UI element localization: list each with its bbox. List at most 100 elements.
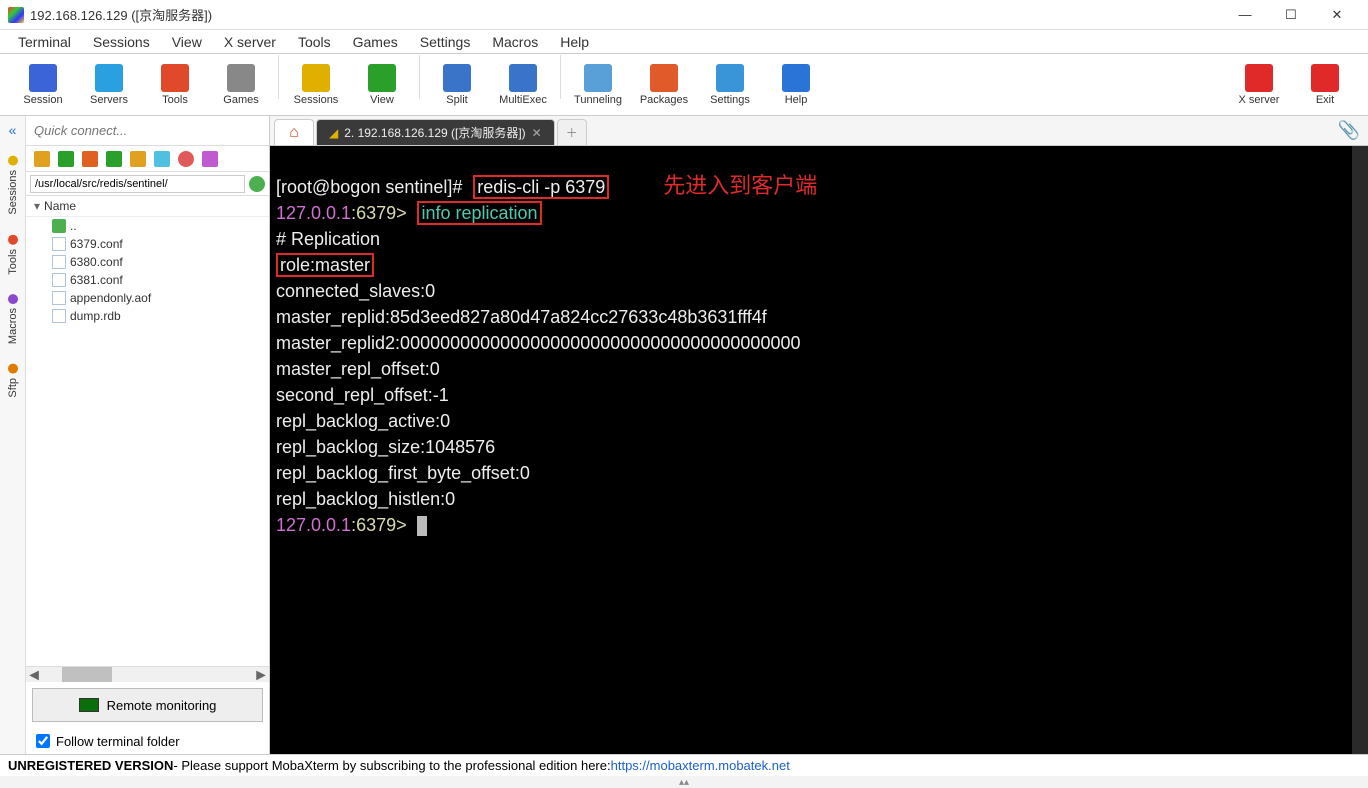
sidebar-hscroll[interactable]: ◄ ► [26, 666, 269, 682]
term-role-line: role:master [280, 255, 370, 275]
file-row[interactable]: 6381.conf [26, 271, 269, 289]
tools-icon [161, 64, 189, 92]
menu-sessions[interactable]: Sessions [83, 32, 160, 52]
follow-terminal-checkbox[interactable] [36, 734, 50, 748]
session-icon [29, 64, 57, 92]
menu-help[interactable]: Help [550, 32, 599, 52]
window-title: 192.168.126.129 ([京淘服务器]) [30, 5, 1222, 24]
term-host2: 127.0.0.1 [276, 515, 351, 535]
status-link[interactable]: https://mobaxterm.mobatek.net [611, 758, 790, 773]
follow-terminal-row: Follow terminal folder [26, 728, 269, 754]
path-input[interactable] [30, 175, 245, 193]
tool-tools[interactable]: Tools [142, 55, 208, 115]
term-host: 127.0.0.1 [276, 203, 351, 223]
file-label: 6381.conf [70, 273, 123, 287]
file-row[interactable]: dump.rdb [26, 307, 269, 325]
menu-games[interactable]: Games [343, 32, 408, 52]
terminal-cursor [417, 516, 427, 536]
tool-x-server[interactable]: X server [1226, 55, 1292, 115]
file-icon [52, 291, 66, 305]
view-icon [368, 64, 396, 92]
term-line: master_replid:85d3eed827a80d47a824cc2763… [276, 307, 767, 327]
settings-icon [716, 64, 744, 92]
remote-monitoring-button[interactable]: Remote monitoring [32, 688, 263, 722]
statusbar: UNREGISTERED VERSION - Please support Mo… [0, 754, 1368, 776]
sftp-bookmark-icon[interactable] [202, 151, 218, 167]
remote-monitoring-label: Remote monitoring [107, 698, 217, 713]
help-icon [782, 64, 810, 92]
tool-label: Tools [162, 94, 188, 106]
file-icon [52, 255, 66, 269]
minimize-button[interactable]: — [1222, 0, 1268, 30]
tool-sessions[interactable]: Sessions [283, 55, 349, 115]
collapse-sidebar-icon[interactable]: « [9, 122, 17, 138]
tool-exit[interactable]: Exit [1292, 55, 1358, 115]
tool-label: X server [1239, 94, 1280, 106]
file-label: appendonly.aof [70, 291, 151, 305]
new-tab-button[interactable]: ＋ [557, 119, 587, 145]
terminal[interactable]: [root@bogon sentinel]# redis-cli -p 6379… [270, 146, 1368, 754]
close-button[interactable]: ✕ [1314, 0, 1360, 30]
games-icon [227, 64, 255, 92]
sftp-upload-icon[interactable] [34, 151, 50, 167]
file-row[interactable]: 6380.conf [26, 253, 269, 271]
left-tab-tools[interactable]: Tools [5, 225, 21, 285]
window-controls: — ☐ ✕ [1222, 0, 1360, 30]
macros-dot-icon [8, 294, 18, 304]
tab-close-icon[interactable]: ✕ [532, 126, 542, 140]
left-tab-sftp[interactable]: Sftp [5, 354, 21, 408]
term-port: :6379> [351, 203, 407, 223]
menu-view[interactable]: View [162, 32, 212, 52]
menu-settings[interactable]: Settings [410, 32, 481, 52]
sftp-newfile-icon[interactable] [154, 151, 170, 167]
tree-parent-row[interactable]: .. [26, 217, 269, 235]
sftp-parent-icon[interactable] [106, 151, 122, 167]
tool-view[interactable]: View [349, 55, 415, 115]
menu-x-server[interactable]: X server [214, 32, 286, 52]
term-line: master_repl_offset:0 [276, 359, 440, 379]
file-row[interactable]: appendonly.aof [26, 289, 269, 307]
menu-macros[interactable]: Macros [482, 32, 548, 52]
left-tab-macros[interactable]: Macros [5, 284, 21, 354]
home-tab[interactable]: ⌂ [274, 119, 314, 145]
tool-label: MultiExec [499, 94, 547, 106]
tools-dot-icon [8, 235, 18, 245]
tool-multiexec[interactable]: MultiExec [490, 55, 556, 115]
tool-packages[interactable]: Packages [631, 55, 697, 115]
sftp-newfolder-icon[interactable] [130, 151, 146, 167]
tool-games[interactable]: Games [208, 55, 274, 115]
sftp-refresh-icon[interactable] [82, 151, 98, 167]
titlebar: 192.168.126.129 ([京淘服务器]) — ☐ ✕ [0, 0, 1368, 30]
term-line: repl_backlog_first_byte_offset:0 [276, 463, 530, 483]
term-line: repl_backlog_histlen:0 [276, 489, 455, 509]
file-icon [52, 309, 66, 323]
term-line: connected_slaves:0 [276, 281, 435, 301]
tool-servers[interactable]: Servers [76, 55, 142, 115]
tree-header[interactable]: ▾ Name [26, 196, 269, 217]
term-section-header: # Replication [276, 229, 380, 249]
sftp-toolbar [26, 146, 269, 172]
tool-help[interactable]: Help [763, 55, 829, 115]
tool-split[interactable]: Split [424, 55, 490, 115]
folder-up-icon [52, 219, 66, 233]
terminal-icon: ◢ [329, 126, 338, 140]
tool-tunneling[interactable]: Tunneling [565, 55, 631, 115]
maximize-button[interactable]: ☐ [1268, 0, 1314, 30]
left-tab-sessions[interactable]: Sessions [5, 146, 21, 225]
tool-settings[interactable]: Settings [697, 55, 763, 115]
file-row[interactable]: 6379.conf [26, 235, 269, 253]
menu-terminal[interactable]: Terminal [8, 32, 81, 52]
menu-tools[interactable]: Tools [288, 32, 341, 52]
tool-session[interactable]: Session [10, 55, 76, 115]
path-row [26, 172, 269, 196]
sftp-delete-icon[interactable] [178, 151, 194, 167]
tool-label: Settings [710, 94, 750, 106]
term-line: repl_backlog_active:0 [276, 411, 450, 431]
session-tab-active[interactable]: ◢ 2. 192.168.126.129 ([京淘服务器]) ✕ [316, 119, 555, 145]
terminal-vscroll[interactable] [1352, 146, 1368, 754]
tool-label: Exit [1316, 94, 1334, 106]
sftp-download-icon[interactable] [58, 151, 74, 167]
paperclip-icon[interactable]: 📎 [1338, 120, 1360, 141]
sftp-dot-icon [8, 364, 18, 374]
quick-connect-input[interactable] [34, 123, 261, 138]
